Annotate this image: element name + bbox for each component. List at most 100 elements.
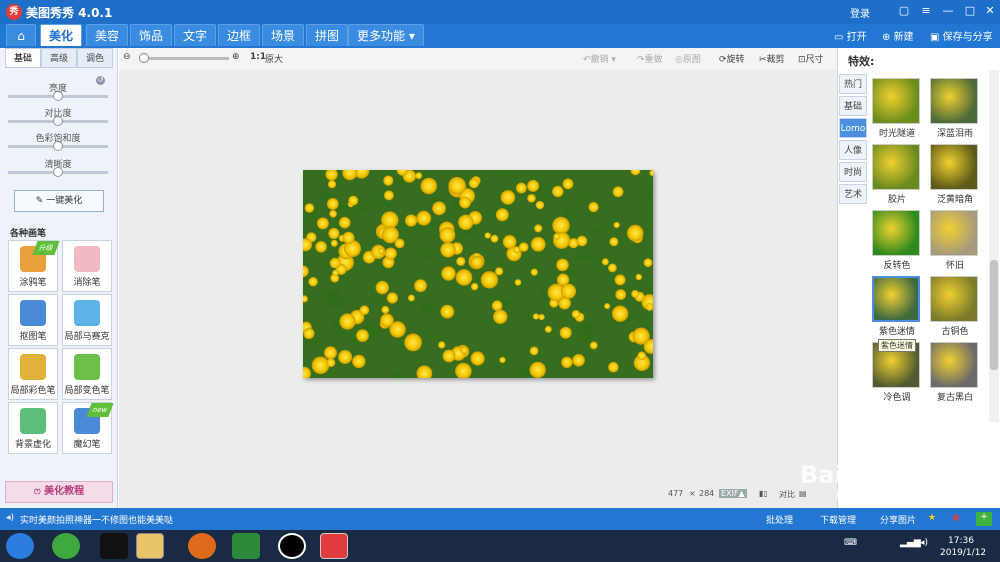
effect-time-tunnel[interactable]: 时光隧道 [872,78,922,140]
close-button[interactable]: ✕ [981,3,999,19]
tool-recolor-brush[interactable]: 局部变色笔 [62,348,112,400]
tutorial-button[interactable]: ෆ 美化教程 [5,481,113,503]
undo-button[interactable]: ↶撤销 ▾ [583,52,616,65]
category-basic[interactable]: 基础 [839,96,867,116]
subtab-basic[interactable]: 基础 [5,48,41,68]
file-explorer-icon[interactable] [136,533,164,559]
actual-size-ratio[interactable]: 1:1 [250,52,266,62]
effect-yellow-vignette[interactable]: 泛黄暗角 [930,144,980,206]
tab-scene[interactable]: 场景 [262,24,305,46]
tool-magic-brush[interactable]: new 魔幻笔 [62,402,114,454]
promo-tip[interactable]: 实时美颜拍照神器一不修图也能美美哒 [20,513,173,526]
category-hot[interactable]: 热门 [839,74,867,94]
tool-eraser-brush[interactable]: 消除笔 [62,240,112,292]
tab-text[interactable]: 文字 [174,24,217,46]
rotate-button[interactable]: ⟳旋转 [719,52,745,65]
view-single-icon[interactable]: ▮▯ [759,489,768,498]
start-menu-icon[interactable] [6,533,34,559]
volume-icon[interactable]: ◂) [920,538,928,548]
maximize-button[interactable]: □ [961,3,979,19]
slider-track[interactable] [8,141,108,151]
clock-time[interactable]: 17:36 [948,536,974,546]
tool-background-blur[interactable]: 背景虚化 [8,402,58,454]
meitu-taskbar-icon[interactable] [320,533,348,559]
saturation-slider[interactable]: 色彩饱和度 [8,131,108,151]
tab-accessories[interactable]: 饰品 [130,24,173,46]
tab-collage[interactable]: 拼图 [306,24,349,46]
original-image-button[interactable]: ◎原图 [675,52,701,65]
brightness-slider[interactable]: 亮度 [8,81,108,101]
home-tab[interactable]: ⌂ [6,24,36,46]
open-button[interactable]: ▭ 打开 [834,28,867,43]
compare-button[interactable]: 对比 [779,489,795,500]
download-manager-button[interactable]: 下载管理 [820,513,856,526]
zoom-in-icon[interactable]: ⊕ [232,52,240,62]
zoom-out-icon[interactable]: ⊖ [123,52,131,62]
weibo-icon[interactable]: ◉ [952,513,960,523]
qq-icon[interactable] [100,533,128,559]
subtab-advanced[interactable]: 高级 [41,48,77,68]
tab-beauty[interactable]: 美容 [86,24,129,46]
video-player-icon[interactable] [232,533,260,559]
preview-icon[interactable]: ▤ [799,489,807,498]
effect-nostalgia[interactable]: 怀旧 [930,210,980,272]
login-link[interactable]: 登录 [850,5,870,20]
network-icon[interactable]: ▂▄▆ [900,538,921,548]
tool-mosaic[interactable]: 局部马赛克 [62,294,112,346]
category-portrait[interactable]: 人像 [839,140,867,160]
minimize-button[interactable]: — [939,3,957,19]
batch-process-button[interactable]: 批处理 [766,513,793,526]
subtab-color[interactable]: 调色 [77,48,113,68]
effects-scrollbar[interactable] [989,70,999,422]
exif-button[interactable]: EXIF▲ [719,489,747,498]
resize-button[interactable]: ⊡尺寸 [798,52,824,65]
category-fashion[interactable]: 时尚 [839,162,867,182]
one-click-beautify-button[interactable]: ✎ 一键美化 [14,190,104,212]
tool-doodle-brush[interactable]: 升级 涂鸦笔 [8,240,60,292]
effect-purple-mood[interactable]: 紫色迷情 [872,276,922,338]
effect-label: 时光隧道 [878,129,915,139]
slider-thumb[interactable] [53,167,63,177]
share-picture-button[interactable]: 分享图片 [880,513,916,526]
slider-thumb[interactable] [53,91,63,101]
menu-icon[interactable]: ≡ [917,3,935,19]
contrast-slider[interactable]: 对比度 [8,106,108,126]
slider-track[interactable] [8,116,108,126]
star-icon[interactable]: ★ [928,513,936,523]
original-size-button[interactable]: 原大 [265,52,283,65]
slider-thumb[interactable] [53,141,63,151]
slider-track[interactable] [8,91,108,101]
effect-invert[interactable]: 反转色 [872,210,922,272]
effect-bronze[interactable]: 古铜色 [930,276,980,338]
feedback-icon[interactable]: ▢ [895,3,913,19]
effect-label: 古铜色 [941,327,969,337]
keyboard-icon[interactable]: ⌨ [844,538,857,548]
effect-deep-blue-rain[interactable]: 深蓝泪雨 [930,78,980,140]
slider-track[interactable] [8,167,108,177]
scrollbar-thumb[interactable] [990,260,998,370]
tab-border[interactable]: 边框 [218,24,261,46]
tool-color-brush[interactable]: 局部彩色笔 [8,348,58,400]
redo-button[interactable]: ↷重做 [637,52,663,65]
tab-beautify[interactable]: 美化 [40,24,83,46]
zoom-thumb[interactable] [139,53,149,63]
clock-date[interactable]: 2019/1/12 [940,548,986,558]
crop-button[interactable]: ✂裁剪 [759,52,785,65]
category-art[interactable]: 艺术 [839,184,867,204]
new-button[interactable]: ⊕ 新建 [882,28,914,43]
category-lomo[interactable]: Lomo [839,118,867,138]
save-share-button[interactable]: ▣ 保存与分享 [930,28,993,43]
sharpness-slider[interactable]: 清晰度 [8,157,108,177]
record-icon[interactable] [278,533,306,559]
add-icon[interactable]: + [976,512,992,526]
photo-canvas[interactable] [303,170,653,378]
app-360-icon[interactable] [52,533,80,559]
slider-thumb[interactable] [53,116,63,126]
effect-retro-bw[interactable]: 复古黑白 [930,342,980,404]
zoom-slider[interactable] [141,57,229,60]
effect-film[interactable]: 胶片 [872,144,922,206]
firefox-icon[interactable] [188,533,216,559]
effects-grid: 时光隧道 深蓝泪雨 胶片 泛黄暗角 反转色 怀旧 紫色迷情 古铜色 冷色调 复古… [868,70,990,422]
tab-more[interactable]: 更多功能 ▾ [348,24,424,46]
tool-cutout-brush[interactable]: 抠图笔 [8,294,58,346]
